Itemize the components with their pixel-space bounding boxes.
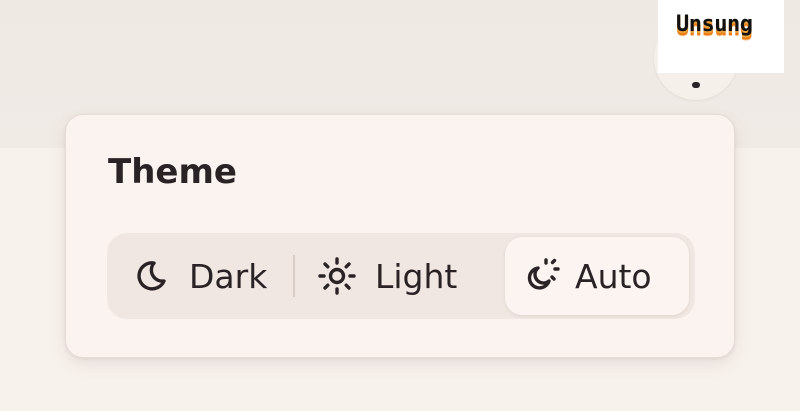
- theme-popover: Theme Dark Light Auto: [65, 114, 735, 358]
- theme-option-label: Dark: [189, 256, 268, 296]
- brand-name: Unsung: [676, 12, 753, 37]
- theme-option-light[interactable]: Light: [295, 237, 505, 315]
- theme-option-auto[interactable]: Auto: [505, 237, 689, 315]
- popover-title: Theme: [108, 152, 237, 192]
- theme-option-label: Light: [375, 256, 458, 296]
- theme-option-label: Auto: [575, 256, 652, 296]
- auto-theme-icon: [527, 258, 560, 290]
- theme-toggle-icon: [692, 82, 700, 88]
- moon-icon: [137, 261, 166, 291]
- sun-icon: [318, 257, 356, 295]
- theme-segmented-control: Dark Light Auto: [107, 233, 695, 319]
- theme-option-dark[interactable]: Dark: [111, 237, 297, 315]
